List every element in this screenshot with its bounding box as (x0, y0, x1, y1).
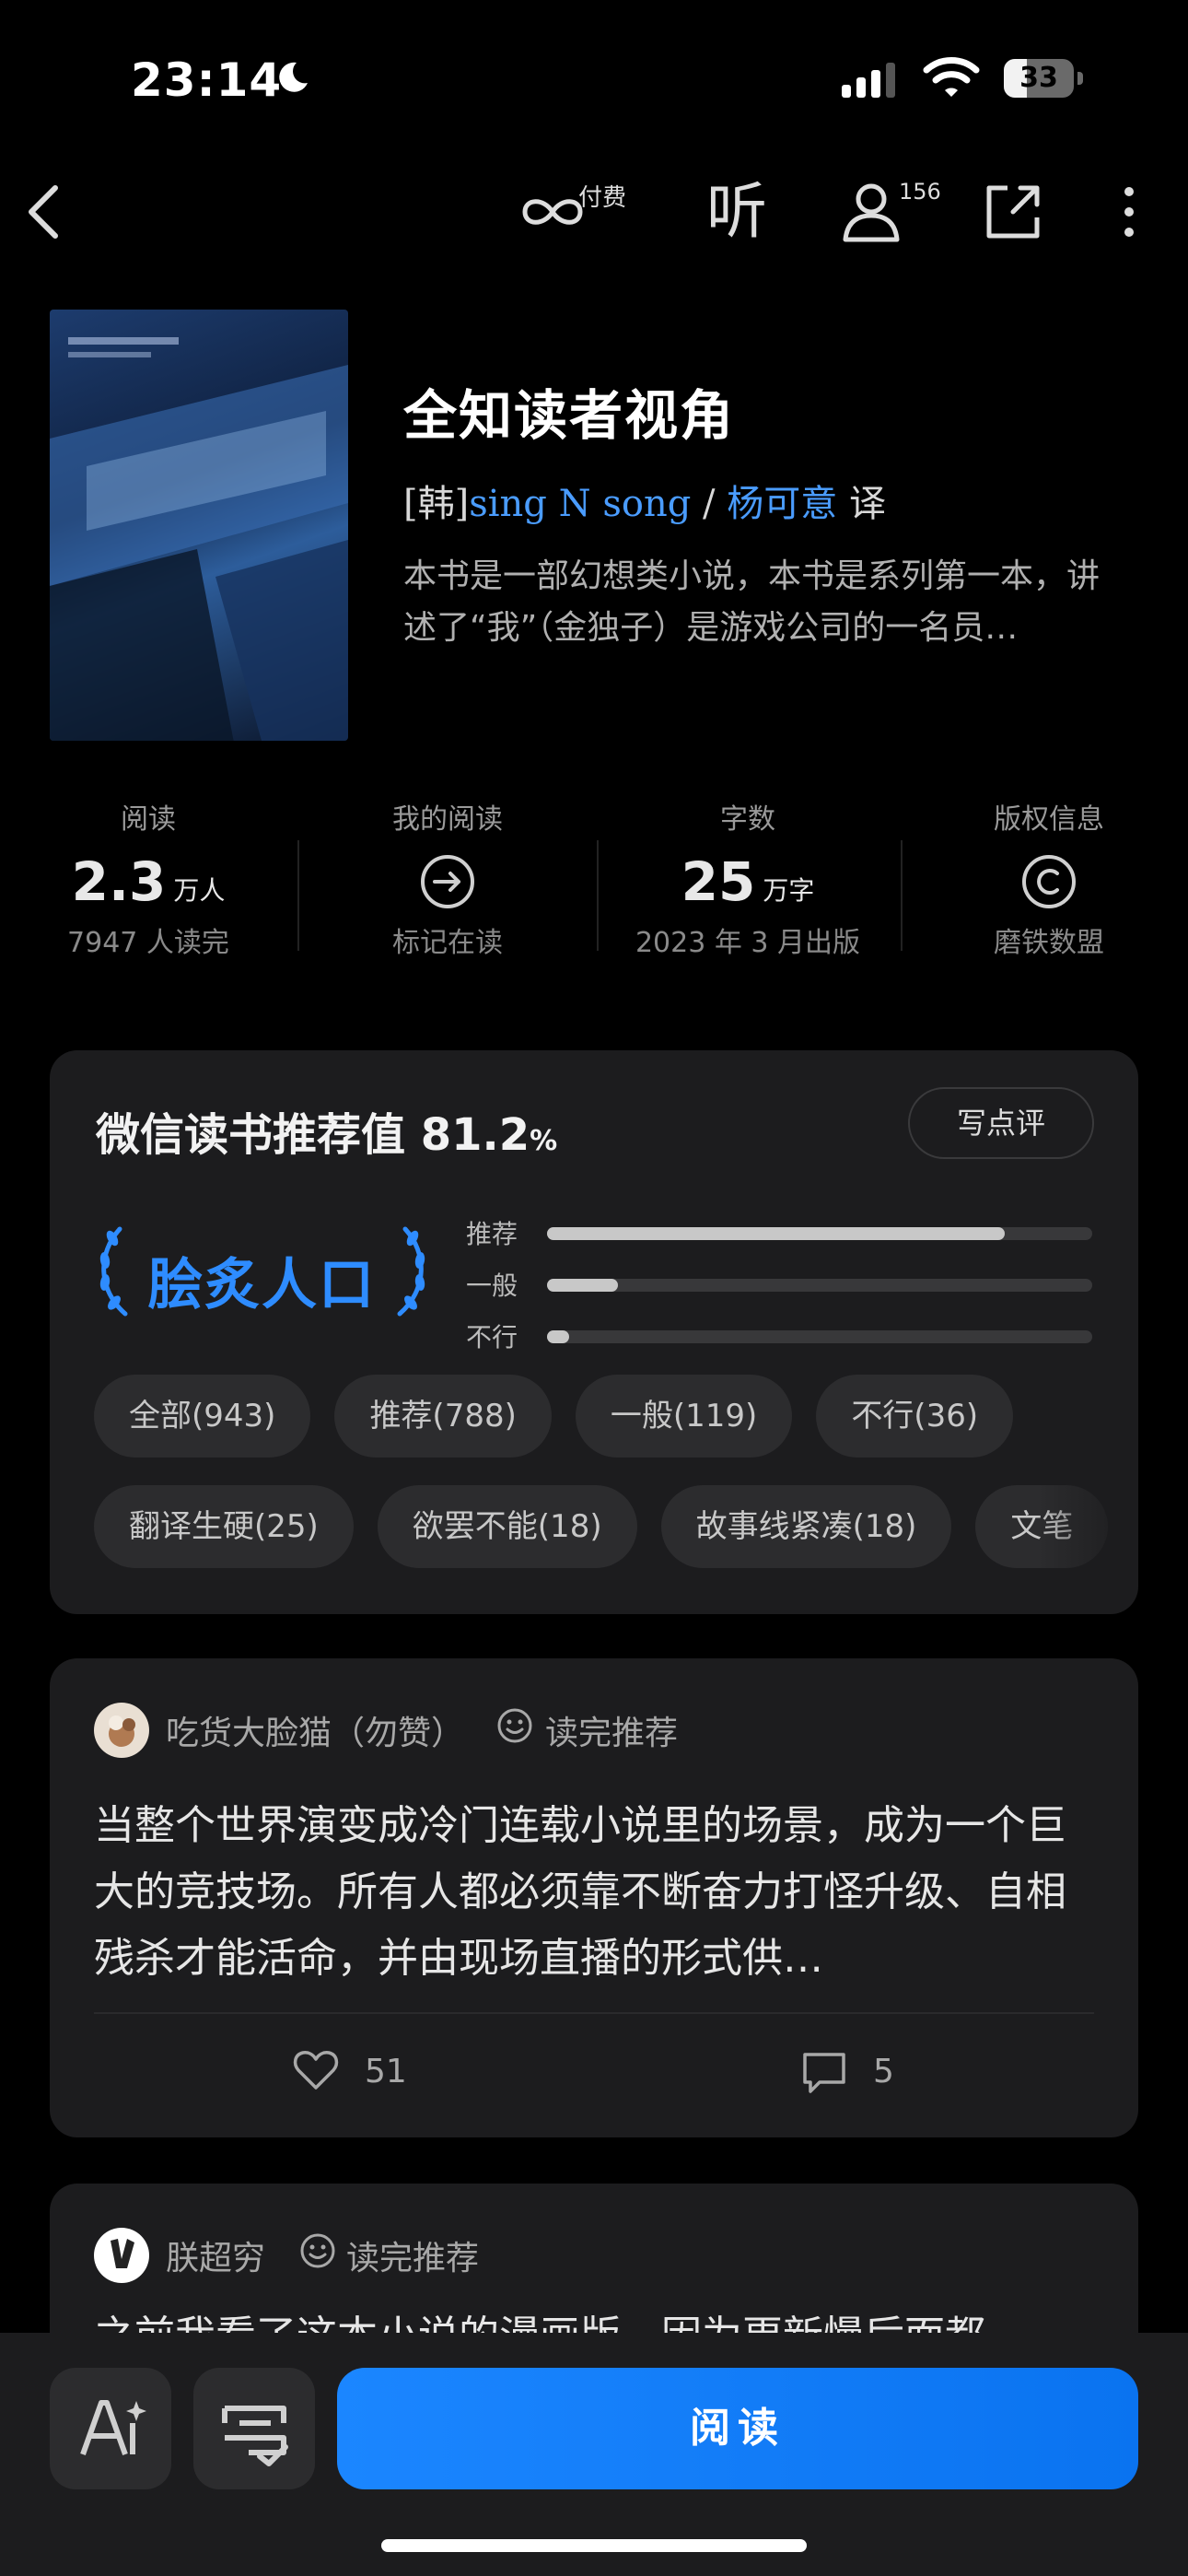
recommendation-card: 微信读书推荐值 81.2% 写点评 脍炙人口 推荐 一般 不行 全部(943) … (50, 1050, 1138, 1614)
status-bar: 23:14 33 (0, 0, 1188, 157)
stat-sub: 2023 年 3 月出版 (635, 927, 861, 959)
comment-count: 5 (873, 2053, 894, 2090)
review-tag: 读完推荐 (545, 1715, 679, 1752)
book-cover-art (50, 337, 348, 741)
book-description[interactable]: 本书是一部幻想类小说，本书是系列第一本，讲述了“我”（金独子）是游戏公司的一名员… (403, 551, 1112, 654)
stat-unit: 万人 (173, 875, 226, 906)
stat-unit: 万字 (763, 875, 815, 906)
notes-button[interactable] (193, 2368, 315, 2489)
stat-copyright[interactable]: 版权信息 磨铁数盟 (902, 800, 1188, 964)
rating-badge: 脍炙人口 (147, 1253, 376, 1317)
stat-label: 版权信息 (994, 803, 1104, 836)
chip-tag[interactable]: 翻译生硬(25) (94, 1485, 354, 1568)
bar-average: 一般 (466, 1259, 1092, 1310)
stat-value: 2.3 (71, 850, 167, 913)
more-icon[interactable] (1092, 175, 1166, 249)
author-prefix: [韩] (403, 483, 470, 525)
chip-tag[interactable]: 故事线紧凑(18) (660, 1485, 952, 1568)
recommendation-value: 81.2 (420, 1109, 530, 1161)
top-nav: 付费 听 156 (0, 166, 1188, 258)
stat-my-reading[interactable]: 我的阅读 标记在读 (300, 800, 595, 964)
battery-icon: 33 (1004, 59, 1083, 98)
notes-icon (222, 2406, 288, 2466)
back-icon[interactable] (9, 175, 83, 249)
recommendation-title: 微信读书推荐值 81.2% (96, 1098, 557, 1163)
bar-fill (547, 1330, 569, 1343)
avatar[interactable] (94, 1703, 149, 1758)
review-tag: 读完推荐 (346, 2240, 480, 2277)
stat-divider (597, 840, 599, 951)
status-time: 23:14 (131, 53, 283, 107)
share-icon[interactable] (976, 175, 1050, 249)
divider (94, 2012, 1094, 2014)
smile-icon (300, 2233, 335, 2268)
translator-suffix: 译 (848, 483, 886, 525)
review-card[interactable]: 吃货大脸猫（勿赞） 读完推荐 当整个世界演变成冷门连载小说里的场景，成为一个巨大… (50, 1658, 1138, 2137)
review-text[interactable]: 当整个世界演变成冷门连载小说里的场景，成为一个巨大的竞技场。所有人都必须靠不断奋… (94, 1793, 1098, 1992)
rating-bars: 推荐 一般 不行 (466, 1207, 1092, 1362)
ai-icon (80, 2400, 146, 2456)
stat-sub: 7947 人读完 (67, 927, 229, 959)
book-author-line: [韩]sing N song / 杨可意 译 (403, 474, 886, 527)
bar-fill (547, 1279, 618, 1292)
percent-sign: % (530, 1125, 558, 1157)
chip-recommend[interactable]: 推荐(788) (334, 1375, 552, 1458)
chip-all[interactable]: 全部(943) (94, 1375, 311, 1458)
like-count: 51 (365, 2053, 407, 2090)
stat-label: 我的阅读 (392, 803, 503, 836)
bar-recommend: 推荐 (466, 1207, 1092, 1259)
tag-chips-row: 翻译生硬(25)欲罢不能(18)故事线紧凑(18)文笔 (94, 1485, 1138, 1568)
ai-button[interactable] (50, 2368, 171, 2489)
smile-icon (497, 1708, 532, 1743)
stat-label: 阅读 (121, 803, 176, 836)
battery-level: 33 (1019, 62, 1058, 94)
read-button[interactable]: 阅读 (337, 2368, 1138, 2489)
comment-icon[interactable] (799, 2049, 849, 2097)
reviewer-name[interactable]: 朕超穷 (166, 2231, 265, 2279)
bar-label: 一般 (466, 1270, 518, 1301)
author-link[interactable]: sing N song (469, 483, 691, 525)
stat-value: 25 (681, 850, 756, 913)
paid-label: 付费 (578, 184, 627, 212)
filter-chips-row: 全部(943) 推荐(788) 一般(119) 不行(36) (94, 1375, 1138, 1458)
stat-word-count[interactable]: 字数 25 万字 2023 年 3 月出版 (600, 800, 895, 964)
wifi-icon (923, 57, 980, 97)
author-separator: / (703, 483, 716, 525)
bar-fill (547, 1227, 1006, 1240)
home-indicator[interactable] (381, 2539, 807, 2552)
readers-count: 156 (899, 179, 941, 205)
book-stats: 阅读 2.3 万人 7947 人读完 我的阅读 标记在读 字数 25 万字 2023… (0, 800, 1188, 993)
arrow-circle-icon (421, 855, 474, 908)
listen-button[interactable]: 听 (700, 175, 774, 249)
stat-reads[interactable]: 阅读 2.3 万人 7947 人读完 (1, 800, 296, 964)
moon-icon (279, 62, 308, 92)
stat-sub: 标记在读 (392, 927, 503, 959)
recommendation-label: 微信读书推荐值 (96, 1109, 406, 1161)
book-title: 全知读者视角 (403, 384, 736, 447)
reviewer-name[interactable]: 吃货大脸猫（勿赞） (166, 1706, 464, 1754)
avatar[interactable] (94, 2228, 149, 2283)
write-review-button[interactable]: 写点评 (908, 1087, 1094, 1159)
stat-divider (297, 840, 299, 951)
chips-fade (1037, 1474, 1138, 1585)
cellular-signal-icon (842, 63, 895, 98)
chip-average[interactable]: 一般(119) (575, 1375, 793, 1458)
stat-label: 字数 (720, 803, 775, 836)
chip-tag[interactable]: 欲罢不能(18) (377, 1485, 637, 1568)
copyright-icon (1022, 855, 1076, 908)
chip-poor[interactable]: 不行(36) (816, 1375, 1014, 1458)
stat-sub: 磨铁数盟 (994, 927, 1104, 959)
bar-label: 不行 (466, 1322, 518, 1352)
translator-link[interactable]: 杨可意 (727, 483, 837, 525)
bar-poor: 不行 (466, 1310, 1092, 1362)
bar-label: 推荐 (466, 1219, 518, 1249)
book-cover[interactable] (50, 310, 348, 741)
heart-icon[interactable] (291, 2045, 341, 2095)
readers-icon[interactable] (834, 175, 908, 249)
